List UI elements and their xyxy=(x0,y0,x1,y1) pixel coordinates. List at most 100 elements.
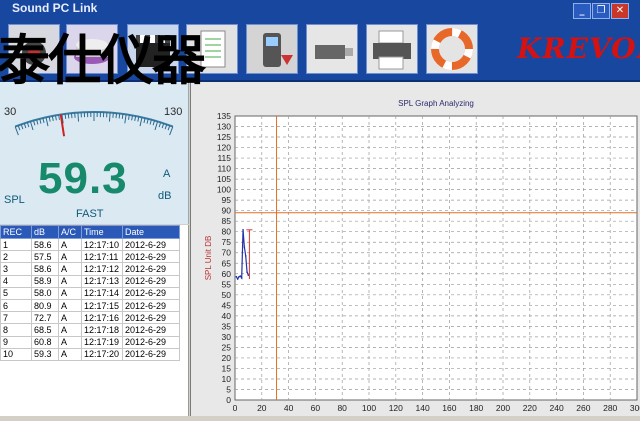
printer-icon[interactable] xyxy=(366,24,418,74)
table-cell: 2012-6-29 xyxy=(123,251,180,263)
table-cell: 8 xyxy=(1,324,32,336)
response-label: FAST xyxy=(76,208,104,220)
x-tick-label: 60 xyxy=(311,403,321,413)
x-tick-label: 260 xyxy=(576,403,590,413)
y-tick-label: 15 xyxy=(222,363,232,373)
table-cell: 2012-6-29 xyxy=(123,239,180,251)
meter-tick xyxy=(150,120,151,125)
restore-icon[interactable]: ❐ xyxy=(592,3,610,19)
table-cell: 2 xyxy=(1,251,32,263)
table-cell: 72.7 xyxy=(32,312,59,324)
table-cell: 2012-6-29 xyxy=(123,324,180,336)
column-header[interactable]: Time xyxy=(82,226,123,239)
meter-scale xyxy=(0,82,188,152)
table-cell: 3 xyxy=(1,263,32,275)
table-cell: 58.6 xyxy=(32,239,59,251)
table-cell: 12:17:14 xyxy=(82,287,123,299)
y-tick-label: 75 xyxy=(222,237,232,247)
table-row[interactable]: 772.7A12:17:162012-6-29 xyxy=(1,312,180,324)
device-icon[interactable] xyxy=(246,24,298,74)
meter-tick xyxy=(116,113,117,118)
table-cell: A xyxy=(59,275,82,287)
table-cell: 58.0 xyxy=(32,287,59,299)
meter-tick xyxy=(153,120,154,125)
y-tick-label: 110 xyxy=(217,164,231,174)
table-cell: 12:17:19 xyxy=(82,336,123,348)
y-tick-label: 55 xyxy=(222,279,232,289)
spl-label: SPL xyxy=(4,194,25,206)
record-icon[interactable] xyxy=(8,24,60,74)
meter-tick xyxy=(15,127,18,135)
y-tick-label: 70 xyxy=(222,248,232,258)
column-header[interactable]: dB xyxy=(32,226,59,239)
table-row[interactable]: 558.0A12:17:142012-6-29 xyxy=(1,287,180,299)
film-clapper-icon[interactable] xyxy=(127,24,179,74)
y-tick-label: 5 xyxy=(226,384,231,394)
y-tick-label: 80 xyxy=(222,227,232,237)
data-point xyxy=(242,229,244,231)
x-tick-label: 0 xyxy=(233,403,238,413)
meter-tick xyxy=(170,127,173,135)
data-point xyxy=(240,275,242,277)
data-point xyxy=(244,246,246,248)
y-tick-label: 105 xyxy=(217,174,231,184)
x-tick-label: 80 xyxy=(337,403,347,413)
disk-icon[interactable] xyxy=(66,24,118,74)
data-point xyxy=(237,278,239,280)
column-header[interactable]: REC xyxy=(1,226,32,239)
meter-tick xyxy=(125,114,126,123)
y-tick-label: 115 xyxy=(217,153,231,163)
data-point xyxy=(241,277,243,279)
y-tick-label: 85 xyxy=(222,216,232,226)
table-row[interactable]: 868.5A12:17:182012-6-29 xyxy=(1,324,180,336)
table-row[interactable]: 1059.3A12:17:202012-6-29 xyxy=(1,348,180,360)
minimize-icon[interactable]: _ xyxy=(573,3,591,19)
table-cell: 12:17:15 xyxy=(82,299,123,311)
y-axis-label: SPL Unit DB xyxy=(204,236,213,281)
lifebuoy-icon[interactable] xyxy=(426,24,478,74)
table-cell: 12:17:11 xyxy=(82,251,123,263)
table-cell: 59.3 xyxy=(32,348,59,360)
y-tick-label: 20 xyxy=(222,353,232,363)
column-header[interactable]: Date xyxy=(123,226,180,239)
y-tick-label: 130 xyxy=(217,122,231,132)
table-row[interactable]: 458.9A12:17:132012-6-29 xyxy=(1,275,180,287)
table-cell: 12:17:16 xyxy=(82,312,123,324)
y-tick-label: 10 xyxy=(222,374,232,384)
table-cell: 12:17:13 xyxy=(82,275,123,287)
records-table[interactable]: REC dB A/C Time Date 158.6A12:17:102012-… xyxy=(0,225,189,416)
meter-tick xyxy=(119,114,120,119)
x-tick-label: 100 xyxy=(362,403,376,413)
table-row[interactable]: 680.9A12:17:152012-6-29 xyxy=(1,299,180,311)
table-cell: 2012-6-29 xyxy=(123,312,180,324)
meter-value: 59.3 xyxy=(38,154,128,204)
close-icon[interactable]: ✕ xyxy=(611,3,629,19)
x-tick-label: 160 xyxy=(442,403,456,413)
spl-graph: SPL Graph AnalyzingSPL Unit DB1351301251… xyxy=(190,82,640,416)
table-cell: 9 xyxy=(1,336,32,348)
table-cell: 2012-6-29 xyxy=(123,287,180,299)
document-icon[interactable] xyxy=(186,24,238,74)
table-cell: 4 xyxy=(1,275,32,287)
meter-tick xyxy=(65,114,66,119)
column-header[interactable]: A/C xyxy=(59,226,82,239)
table-row[interactable]: 158.6A12:17:102012-6-29 xyxy=(1,239,180,251)
table-row[interactable]: 257.5A12:17:112012-6-29 xyxy=(1,251,180,263)
title-bar: Sound PC Link _ ❐ ✕ xyxy=(0,0,640,22)
meter-tick xyxy=(140,117,142,126)
data-point xyxy=(236,276,238,278)
table-row[interactable]: 960.8A12:17:192012-6-29 xyxy=(1,336,180,348)
x-tick-label: 20 xyxy=(257,403,267,413)
toolbar: 泰仕仪器 KREVOR xyxy=(0,22,640,82)
table-cell: 12:17:10 xyxy=(82,239,123,251)
spl-graph-canvas: SPL Graph AnalyzingSPL Unit DB1351301251… xyxy=(191,82,640,416)
y-tick-label: 40 xyxy=(222,311,232,321)
table-row[interactable]: 358.6A12:17:122012-6-29 xyxy=(1,263,180,275)
x-tick-label: 180 xyxy=(469,403,483,413)
table-cell: 7 xyxy=(1,312,32,324)
table-cell: A xyxy=(59,287,82,299)
usb-drive-icon[interactable] xyxy=(306,24,358,74)
table-cell: A xyxy=(59,239,82,251)
table-cell: A xyxy=(59,263,82,275)
table-cell: 80.9 xyxy=(32,299,59,311)
